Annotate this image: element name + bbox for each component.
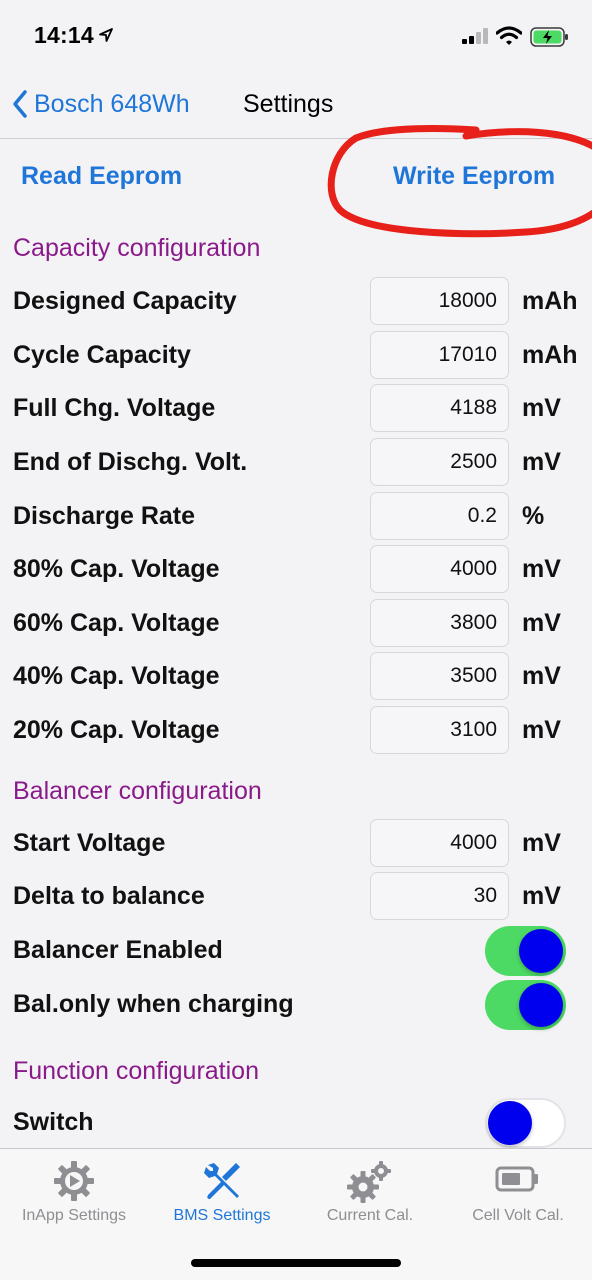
home-indicator [191,1259,401,1267]
toggle-knob [519,929,563,973]
discharge-rate-label: Discharge Rate [13,502,196,530]
bal-only-charging-toggle[interactable] [485,980,566,1030]
tab-label: BMS Settings [173,1207,271,1224]
full-charge-voltage-label: Full Chg. Voltage [13,394,216,422]
end-discharge-voltage-field[interactable]: 2500 [370,438,509,486]
red-circle-annotation [327,125,592,238]
gears-icon [347,1161,391,1203]
status-bar: 14:14 [0,0,592,72]
cap20-voltage-label: 20% Cap. Voltage [13,716,220,744]
balancer-enabled-label: Balancer Enabled [13,936,223,964]
gear-icon [54,1161,94,1201]
cap80-voltage-label: 80% Cap. Voltage [13,555,220,583]
capacity-section-title: Capacity configuration [13,234,261,262]
toggle-knob [519,983,563,1027]
cycle-capacity-unit: mAh [522,341,578,369]
cycle-capacity-field[interactable]: 17010 [370,331,509,379]
balancer-section-title: Balancer configuration [13,777,262,805]
read-eeprom-button[interactable]: Read Eeprom [21,162,182,191]
cap40-voltage-unit: mV [522,662,561,690]
cycle-capacity-label: Cycle Capacity [13,341,191,369]
cap40-voltage-label: 40% Cap. Voltage [13,662,220,690]
cap20-voltage-unit: mV [522,716,561,744]
end-discharge-voltage-unit: mV [522,448,561,476]
cap60-voltage-label: 60% Cap. Voltage [13,609,220,637]
cap60-voltage-field[interactable]: 3800 [370,599,509,647]
designed-capacity-label: Designed Capacity [13,287,237,315]
battery-charging-icon [530,27,568,47]
status-time: 14:14 [34,22,94,48]
switch-label: Switch [13,1108,94,1136]
cap80-voltage-field[interactable]: 4000 [370,545,509,593]
delta-balance-unit: mV [522,882,561,910]
discharge-rate-unit: % [522,502,545,530]
cap20-voltage-field[interactable]: 3100 [370,706,509,754]
back-label: Bosch 648Wh [34,89,190,118]
designed-capacity-unit: mAh [522,287,578,315]
delta-balance-field[interactable]: 30 [370,872,509,920]
delta-balance-label: Delta to balance [13,882,205,910]
tab-cell-volt-cal[interactable]: Cell Volt Cal. [444,1149,592,1239]
start-voltage-field[interactable]: 4000 [370,819,509,867]
tab-bms-settings[interactable]: BMS Settings [148,1149,296,1239]
discharge-rate-field[interactable]: 0.2 [370,492,509,540]
tab-label: Current Cal. [326,1207,414,1224]
battery-icon [495,1166,538,1192]
bal-only-charging-label: Bal.only when charging [13,990,294,1018]
cap40-voltage-field[interactable]: 3500 [370,652,509,700]
page-title: Settings [243,90,334,118]
function-section-title: Function configuration [13,1057,259,1085]
start-voltage-label: Start Voltage [13,829,166,857]
location-arrow-icon [99,28,113,42]
cap60-voltage-unit: mV [522,609,561,637]
full-charge-voltage-field[interactable]: 4188 [370,384,509,432]
balancer-enabled-toggle[interactable] [485,926,566,976]
switch-toggle[interactable] [485,1098,566,1148]
tools-icon [204,1163,240,1199]
designed-capacity-field[interactable]: 18000 [370,277,509,325]
full-charge-voltage-unit: mV [522,394,561,422]
chevron-left-icon [13,90,27,118]
wifi-icon [496,26,522,45]
cellular-signal-icon [462,28,488,44]
tab-inapp-settings[interactable]: InApp Settings [0,1149,148,1239]
toggle-knob [488,1101,532,1145]
back-button[interactable]: Bosch 648Wh [12,86,190,122]
cap80-voltage-unit: mV [522,555,561,583]
tab-current-cal[interactable]: Current Cal. [296,1149,444,1239]
start-voltage-unit: mV [522,829,561,857]
end-discharge-voltage-label: End of Dischg. Volt. [13,448,248,476]
tab-label: InApp Settings [21,1207,127,1224]
tab-label: Cell Volt Cal. [472,1207,564,1224]
